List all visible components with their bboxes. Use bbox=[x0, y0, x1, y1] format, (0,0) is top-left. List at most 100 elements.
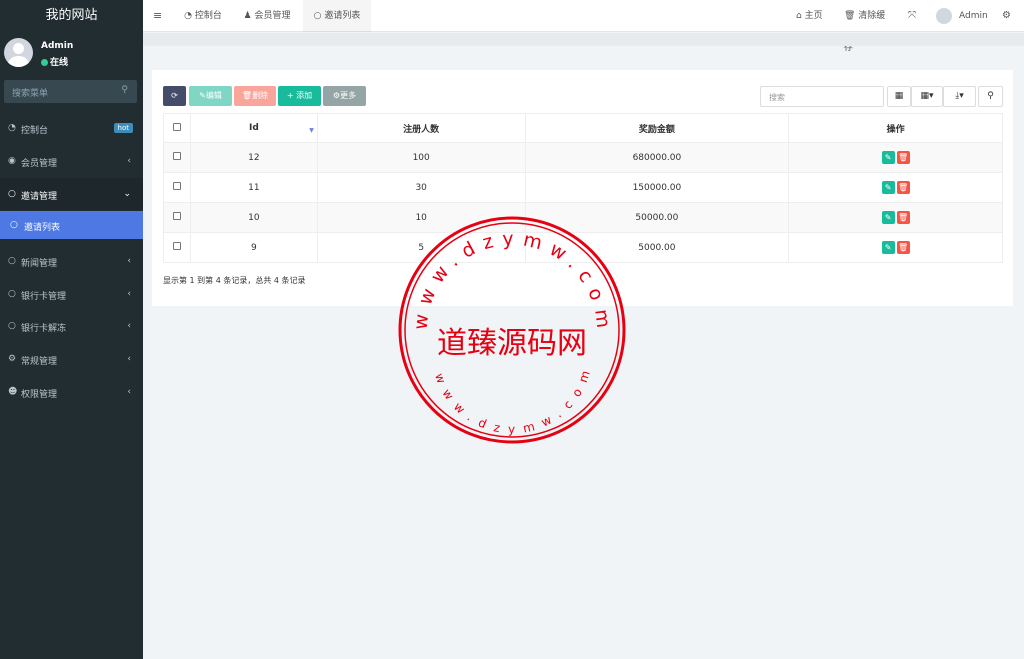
tab-members[interactable]: ♟ 会员管理 bbox=[235, 0, 299, 32]
pagination-info: 显示第 1 到第 4 条记录，总共 4 条记录 bbox=[163, 276, 306, 285]
circle-icon: ○ bbox=[8, 189, 16, 199]
sidebar-item-dashboard[interactable]: ◔ 控制台 hot bbox=[0, 112, 143, 144]
row-edit-button[interactable]: ✎ bbox=[881, 211, 895, 224]
cell-actions: ✎ 🗑 bbox=[788, 232, 1003, 263]
row-checkbox[interactable] bbox=[172, 182, 181, 190]
cell-actions: ✎ 🗑 bbox=[788, 172, 1003, 203]
row-delete-button[interactable]: 🗑 bbox=[896, 151, 910, 164]
clear-cache-link[interactable]: 🗑 清除缓存 bbox=[844, 0, 894, 53]
chevron-left-icon: ‹ bbox=[127, 156, 131, 166]
table-row: 12 100 680000.00 ✎ 🗑 bbox=[163, 142, 1003, 173]
sidebar-search-input[interactable]: 搜索菜单 ⚲ bbox=[4, 80, 137, 103]
table-search-placeholder: 搜索 bbox=[769, 93, 785, 102]
trash-icon: 🗑 bbox=[898, 183, 909, 192]
sidebar-item-invite-management[interactable]: ○ 邀请管理 ⌄ bbox=[0, 178, 143, 210]
select-all-cell bbox=[163, 113, 191, 143]
dashboard-icon: ◔ bbox=[8, 123, 16, 133]
hot-badge: hot bbox=[113, 123, 133, 133]
edit-button[interactable]: ✎编辑 bbox=[189, 86, 232, 106]
row-checkbox[interactable] bbox=[172, 242, 181, 250]
chevron-left-icon: ‹ bbox=[127, 289, 131, 299]
cell-count: 100 bbox=[316, 142, 526, 173]
sidebar-item-bank-unfreeze[interactable]: ○ 银行卡解冻 ‹ bbox=[0, 310, 143, 342]
chevron-left-icon: ‹ bbox=[127, 321, 131, 331]
user-panel: Admin 在线 bbox=[0, 32, 143, 74]
trash-icon: 🗑 bbox=[241, 91, 253, 100]
avatar bbox=[4, 38, 33, 67]
chevron-left-icon: ‹ bbox=[127, 256, 131, 266]
fullscreen-icon[interactable]: ⤧ bbox=[908, 0, 920, 32]
users-icon: ☻ bbox=[8, 387, 18, 397]
cell-id: 11 bbox=[189, 172, 318, 203]
row-checkbox[interactable] bbox=[172, 212, 181, 220]
row-delete-button[interactable]: 🗑 bbox=[896, 211, 910, 224]
user-status: 在线 bbox=[41, 55, 68, 68]
user-circle-icon: ◉ bbox=[8, 156, 16, 166]
chevron-left-icon: ‹ bbox=[127, 354, 131, 364]
column-header-actions: 操作 bbox=[788, 113, 1003, 143]
row-edit-button[interactable]: ✎ bbox=[881, 151, 895, 164]
tab-invite-list[interactable]: ○ 邀请列表 bbox=[303, 0, 371, 32]
add-button[interactable]: + 添加 bbox=[278, 86, 321, 106]
grid-icon: ▦▾ bbox=[920, 91, 934, 101]
sidebar-item-bank-cards[interactable]: ○ 银行卡管理 ‹ bbox=[0, 278, 143, 310]
sidebar-item-members[interactable]: ◉ 会员管理 ‹ bbox=[0, 145, 143, 177]
online-dot-icon bbox=[41, 59, 48, 66]
cell-count: 30 bbox=[316, 172, 526, 203]
row-select-cell bbox=[163, 142, 191, 173]
row-select-cell bbox=[163, 232, 191, 263]
table-header-row: Id ▼ 注册人数 奖励金额 操作 bbox=[163, 113, 1003, 143]
sidebar-item-general[interactable]: ⚙ 常规管理 ‹ bbox=[0, 343, 143, 375]
export-button[interactable]: ⤓▾ bbox=[943, 86, 976, 107]
table-row: 11 30 150000.00 ✎ 🗑 bbox=[163, 172, 1003, 203]
trash-icon: 🗑 bbox=[844, 11, 859, 21]
menu-toggle-icon[interactable]: ≡ bbox=[153, 0, 167, 32]
advanced-search-button[interactable]: ⚲ bbox=[978, 86, 1003, 107]
more-button[interactable]: ⚙更多 bbox=[323, 86, 366, 106]
row-edit-button[interactable]: ✎ bbox=[881, 241, 895, 254]
row-edit-button[interactable]: ✎ bbox=[881, 181, 895, 194]
chevron-left-icon: ‹ bbox=[127, 387, 131, 397]
tab-content-strip bbox=[143, 33, 1024, 46]
select-all-checkbox[interactable] bbox=[172, 122, 181, 131]
cog-icon: ⚙ bbox=[332, 91, 341, 100]
sidebar-item-permissions[interactable]: ☻ 权限管理 ‹ bbox=[0, 376, 143, 408]
columns-toggle-button[interactable]: ▦▾ bbox=[911, 86, 943, 107]
row-delete-button[interactable]: 🗑 bbox=[896, 181, 910, 194]
tab-dashboard[interactable]: ◔ 控制台 bbox=[176, 0, 230, 32]
admin-menu[interactable]: Admin bbox=[934, 0, 992, 32]
circle-icon: ○ bbox=[313, 11, 325, 21]
settings-icon[interactable]: ⚙ bbox=[1002, 0, 1014, 32]
cell-actions: ✎ 🗑 bbox=[788, 202, 1003, 233]
column-header-id[interactable]: Id ▼ bbox=[189, 113, 318, 143]
row-checkbox[interactable] bbox=[172, 152, 181, 160]
column-header-count[interactable]: 注册人数 bbox=[316, 113, 526, 143]
site-logo[interactable]: 我的网站 bbox=[0, 0, 143, 32]
admin-avatar bbox=[936, 8, 952, 24]
top-navbar: ≡ ◔ 控制台 ♟ 会员管理 ○ 邀请列表 ⌂ 主页 🗑 清除缓存 ⤧ Admi… bbox=[143, 0, 1024, 53]
trash-icon: 🗑 bbox=[898, 213, 909, 222]
download-icon: ⤓▾ bbox=[955, 91, 964, 101]
sidebar-item-invite-list[interactable]: ○ 邀请列表 bbox=[0, 211, 143, 239]
pencil-icon: ✎ bbox=[884, 183, 892, 192]
circle-icon: ○ bbox=[8, 256, 16, 266]
table-search-input[interactable]: 搜索 bbox=[760, 86, 884, 107]
sidebar-item-news[interactable]: ○ 新闻管理 ‹ bbox=[0, 245, 143, 277]
cell-amount: 680000.00 bbox=[524, 142, 790, 173]
search-icon: ⚲ bbox=[121, 85, 128, 95]
home-link[interactable]: ⌂ 主页 bbox=[796, 0, 830, 32]
refresh-button[interactable]: ⟳ bbox=[163, 86, 186, 106]
delete-button[interactable]: 🗑删除 bbox=[234, 86, 276, 106]
cell-actions: ✎ 🗑 bbox=[788, 142, 1003, 173]
row-delete-button[interactable]: 🗑 bbox=[896, 241, 910, 254]
cogs-icon: ⚙ bbox=[8, 354, 17, 364]
pencil-icon: ✎ bbox=[199, 91, 206, 100]
chevron-down-icon: ⌄ bbox=[123, 189, 131, 199]
column-header-amount[interactable]: 奖励金额 bbox=[524, 113, 790, 143]
table-view-button[interactable]: ▦ bbox=[887, 86, 911, 107]
search-icon: ⚲ bbox=[987, 91, 994, 101]
cell-id: 9 bbox=[189, 232, 318, 263]
row-select-cell bbox=[163, 172, 191, 203]
plus-icon: + bbox=[286, 91, 297, 100]
refresh-icon: ⟳ bbox=[171, 91, 178, 100]
